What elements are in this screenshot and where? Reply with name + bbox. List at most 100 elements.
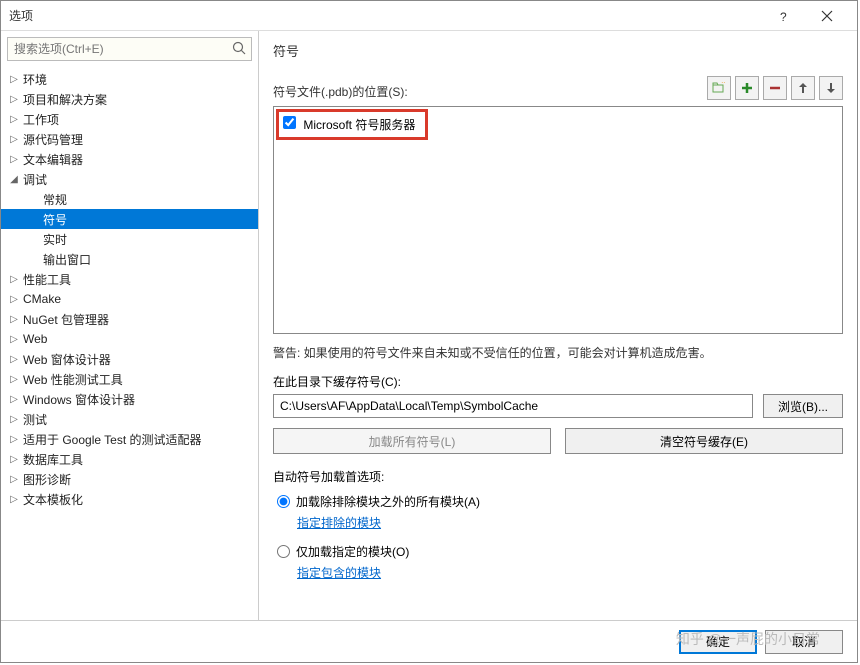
ms-symbol-server-item[interactable]: Microsoft 符号服务器 <box>276 109 428 140</box>
tree-item[interactable]: ▷文本编辑器 <box>1 149 258 169</box>
chevron-right-icon: ▷ <box>7 314 21 325</box>
titlebar: 选项 ? <box>1 1 857 31</box>
window-title: 选项 <box>9 7 761 24</box>
tree-item[interactable]: ▷Windows 窗体设计器 <box>1 389 258 409</box>
chevron-right-icon: ▷ <box>7 454 21 465</box>
tree-item[interactable]: ▷环境 <box>1 69 258 89</box>
tree-item[interactable]: ▷Web 窗体设计器 <box>1 349 258 369</box>
new-folder-icon: * <box>712 82 726 94</box>
cancel-button[interactable]: 取消 <box>765 630 843 654</box>
chevron-right-icon: ▷ <box>7 294 21 305</box>
toolbar: * <box>707 76 843 100</box>
new-folder-button[interactable]: * <box>707 76 731 100</box>
tree-item[interactable]: ▷文本模板化 <box>1 489 258 509</box>
tree-child-item[interactable]: ▷符号 <box>1 209 258 229</box>
tree-item-label: 图形诊断 <box>21 471 71 488</box>
tree-item[interactable]: ▷源代码管理 <box>1 129 258 149</box>
tree-item-label: 工作项 <box>21 111 59 128</box>
svg-text:*: * <box>721 82 726 90</box>
move-down-button[interactable] <box>819 76 843 100</box>
radio-load-all[interactable]: 加载除排除模块之外的所有模块(A) <box>277 493 843 510</box>
chevron-right-icon: ▷ <box>7 134 21 145</box>
radio-load-specified[interactable]: 仅加载指定的模块(O) <box>277 543 843 560</box>
cache-path-input[interactable] <box>273 394 753 418</box>
ok-button[interactable]: 确定 <box>679 630 757 654</box>
tree-item[interactable]: ▷项目和解决方案 <box>1 89 258 109</box>
help-button[interactable]: ? <box>761 1 805 31</box>
chevron-right-icon: ▷ <box>7 114 21 125</box>
tree-item-label: 调试 <box>21 171 47 188</box>
tree-item[interactable]: ▷性能工具 <box>1 269 258 289</box>
tree-item[interactable]: ▷适用于 Google Test 的测试适配器 <box>1 429 258 449</box>
tree-child-item[interactable]: ▷常规 <box>1 189 258 209</box>
search-icon <box>232 41 246 55</box>
help-icon: ? <box>778 9 788 23</box>
tree-item-label: CMake <box>21 292 61 306</box>
chevron-right-icon: ▷ <box>7 94 21 105</box>
arrow-down-icon <box>826 82 836 94</box>
tree-child-item[interactable]: ▷实时 <box>1 229 258 249</box>
dialog-footer: 确定 取消 <box>1 620 857 662</box>
chevron-right-icon: ▷ <box>7 374 21 385</box>
tree-item[interactable]: ▷NuGet 包管理器 <box>1 309 258 329</box>
search-input[interactable] <box>7 37 252 61</box>
cache-label: 在此目录下缓存符号(C): <box>273 373 843 390</box>
remove-button[interactable] <box>763 76 787 100</box>
radio-load-all-input[interactable] <box>277 495 290 508</box>
tree-item-label: Windows 窗体设计器 <box>21 391 135 408</box>
chevron-right-icon: ▷ <box>7 154 21 165</box>
tree-item[interactable]: ▷Web 性能测试工具 <box>1 369 258 389</box>
tree-item-label: 常规 <box>41 191 67 208</box>
radio-load-specified-label: 仅加载指定的模块(O) <box>296 543 409 560</box>
plus-icon <box>741 82 753 94</box>
ms-symbol-server-checkbox[interactable] <box>283 116 296 129</box>
tree-child-item[interactable]: ▷输出窗口 <box>1 249 258 269</box>
load-all-symbols-button[interactable]: 加载所有符号(L) <box>273 428 551 454</box>
chevron-down-icon: ◢ <box>7 174 21 185</box>
tree-item[interactable]: ▷Web <box>1 329 258 349</box>
symbol-locations-list[interactable]: Microsoft 符号服务器 <box>273 106 843 334</box>
sidebar: ▷环境▷项目和解决方案▷工作项▷源代码管理▷文本编辑器◢调试▷常规▷符号▷实时▷… <box>1 31 259 620</box>
close-button[interactable] <box>805 1 849 31</box>
tree-item[interactable]: ▷图形诊断 <box>1 469 258 489</box>
auto-load-label: 自动符号加载首选项: <box>273 468 843 485</box>
panel-heading: 符号 <box>273 41 843 60</box>
move-up-button[interactable] <box>791 76 815 100</box>
tree-item[interactable]: ▷测试 <box>1 409 258 429</box>
chevron-right-icon: ▷ <box>7 74 21 85</box>
tree-item-label: 文本模板化 <box>21 491 83 508</box>
warning-text: 警告: 如果使用的符号文件来自未知或不受信任的位置，可能会对计算机造成危害。 <box>273 344 843 361</box>
chevron-right-icon: ▷ <box>7 354 21 365</box>
specify-included-link[interactable]: 指定包含的模块 <box>297 564 843 581</box>
nav-tree[interactable]: ▷环境▷项目和解决方案▷工作项▷源代码管理▷文本编辑器◢调试▷常规▷符号▷实时▷… <box>1 67 258 620</box>
tree-item-label: 环境 <box>21 71 47 88</box>
specify-excluded-link[interactable]: 指定排除的模块 <box>297 514 843 531</box>
clear-cache-button[interactable]: 清空符号缓存(E) <box>565 428 843 454</box>
tree-item-label: Web 窗体设计器 <box>21 351 111 368</box>
tree-item[interactable]: ◢调试 <box>1 169 258 189</box>
arrow-up-icon <box>798 82 808 94</box>
locations-label: 符号文件(.pdb)的位置(S): <box>273 83 408 100</box>
tree-item-label: 适用于 Google Test 的测试适配器 <box>21 431 202 448</box>
tree-item[interactable]: ▷工作项 <box>1 109 258 129</box>
radio-load-all-label: 加载除排除模块之外的所有模块(A) <box>296 493 480 510</box>
chevron-right-icon: ▷ <box>7 274 21 285</box>
tree-item-label: 实时 <box>41 231 67 248</box>
ms-symbol-server-label: Microsoft 符号服务器 <box>303 118 415 132</box>
close-icon <box>821 10 833 22</box>
tree-item-label: 项目和解决方案 <box>21 91 107 108</box>
radio-load-specified-input[interactable] <box>277 545 290 558</box>
chevron-right-icon: ▷ <box>7 334 21 345</box>
tree-item-label: Web 性能测试工具 <box>21 371 123 388</box>
chevron-right-icon: ▷ <box>7 474 21 485</box>
svg-text:?: ? <box>780 10 787 23</box>
tree-item-label: 性能工具 <box>21 271 71 288</box>
chevron-right-icon: ▷ <box>7 494 21 505</box>
browse-button[interactable]: 浏览(B)... <box>763 394 843 418</box>
main-panel: 符号 符号文件(.pdb)的位置(S): * <box>259 31 857 620</box>
minus-icon <box>769 82 781 94</box>
chevron-right-icon: ▷ <box>7 414 21 425</box>
tree-item[interactable]: ▷数据库工具 <box>1 449 258 469</box>
add-button[interactable] <box>735 76 759 100</box>
tree-item[interactable]: ▷CMake <box>1 289 258 309</box>
